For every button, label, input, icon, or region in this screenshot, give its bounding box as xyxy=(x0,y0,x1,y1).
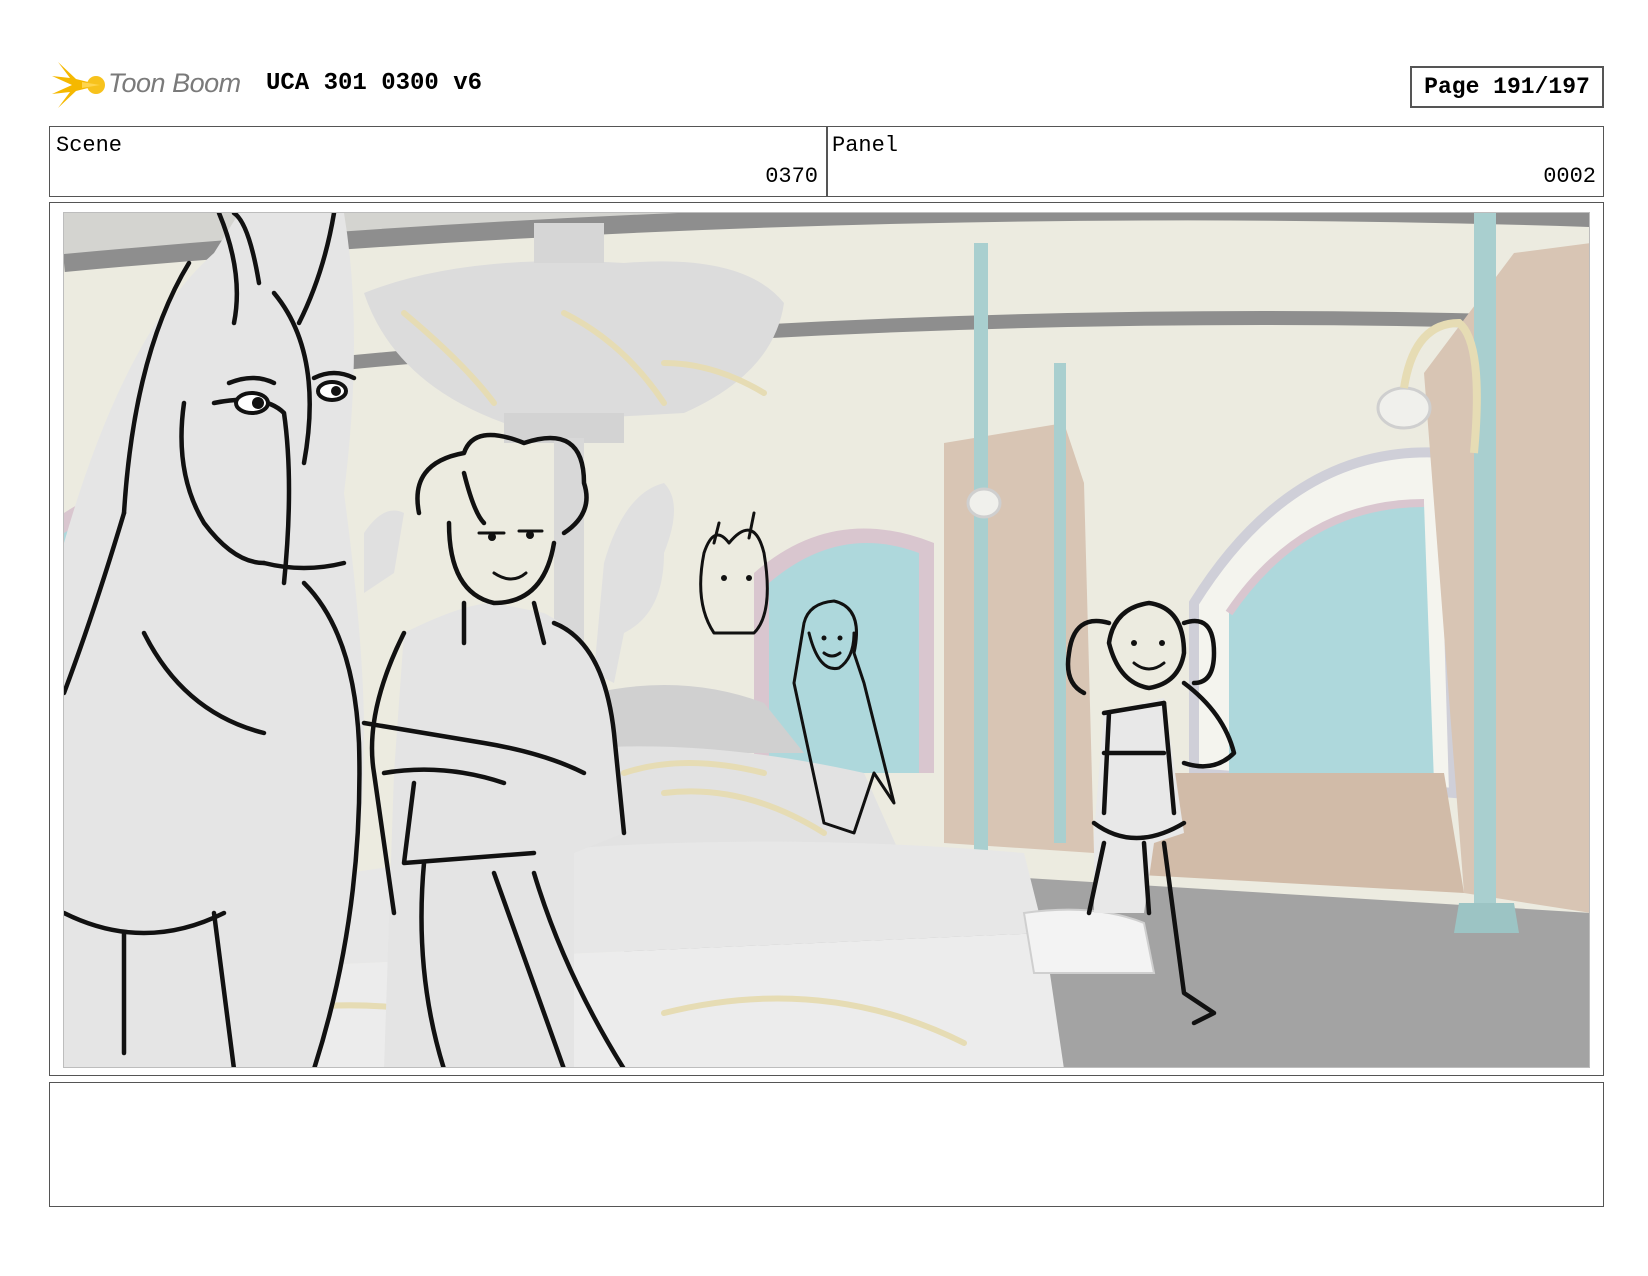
info-divider xyxy=(826,126,828,197)
project-title: UCA 301 0300 v6 xyxy=(266,70,483,97)
action-notes-box xyxy=(49,1082,1604,1207)
panel-number: 0002 xyxy=(1543,164,1596,189)
page-indicator: Page 191/197 xyxy=(1410,66,1604,108)
storyboard-drawing xyxy=(64,213,1589,1067)
action-notes-text xyxy=(50,1083,1603,1099)
scene-number: 0370 xyxy=(765,164,818,189)
scene-label: Scene xyxy=(56,133,123,158)
storyboard-image xyxy=(63,212,1590,1068)
panel-label: Panel xyxy=(832,133,899,158)
logo-text: Toon Boom xyxy=(108,68,241,98)
